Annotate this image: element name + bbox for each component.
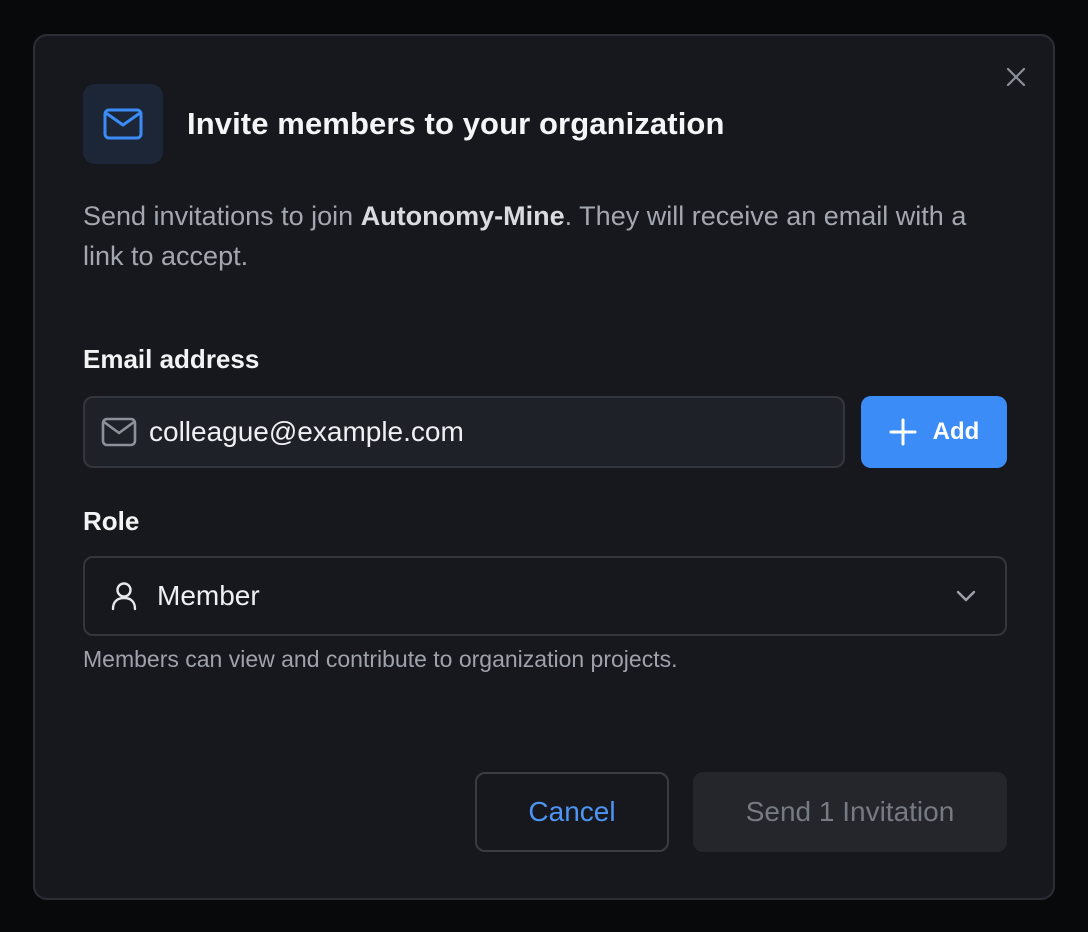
email-label: Email address (83, 344, 260, 374)
description-prefix: Send invitations to join (83, 201, 361, 231)
add-button-label: Add (932, 418, 980, 445)
header-icon-badge (83, 84, 163, 164)
role-hint: Members can view and contribute to organ… (83, 646, 678, 672)
role-selected-value: Member (157, 580, 260, 611)
cancel-button[interactable]: Cancel (475, 772, 669, 852)
dialog-title: Invite members to your organization (187, 106, 725, 141)
close-icon (1006, 67, 1026, 87)
user-icon (111, 582, 137, 611)
dialog-header: Invite members to your organization (83, 84, 724, 164)
plus-icon (889, 418, 917, 446)
role-select[interactable]: Member (83, 556, 1007, 636)
email-input-wrapper[interactable] (83, 396, 845, 468)
send-invitation-button[interactable]: Send 1 Invitation (693, 772, 1007, 852)
mail-icon (101, 417, 137, 447)
email-input[interactable] (149, 416, 809, 448)
mail-icon (103, 108, 143, 140)
role-label: Role (83, 506, 140, 536)
invite-dialog: Invite members to your organization Send… (33, 34, 1055, 900)
org-name: Autonomy-Mine (360, 201, 565, 231)
close-button[interactable] (1003, 64, 1029, 90)
add-email-button[interactable]: Add (861, 396, 1007, 468)
dialog-description: Send invitations to join Autonomy-Mine. … (83, 196, 1003, 276)
chevron-down-icon (956, 590, 976, 602)
